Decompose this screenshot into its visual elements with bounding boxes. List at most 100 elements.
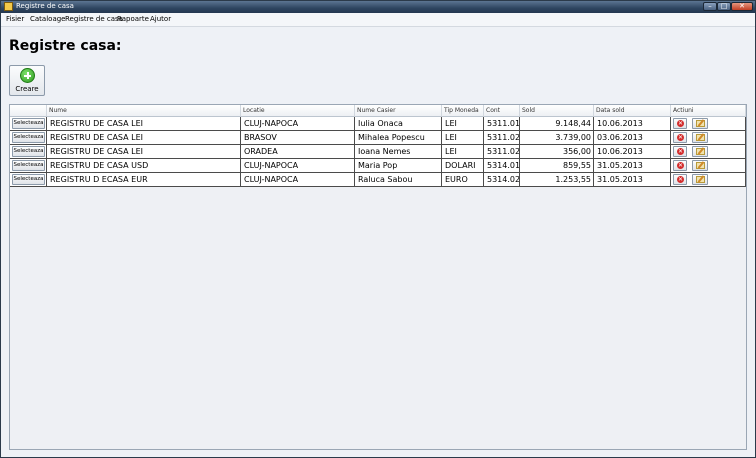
select-cell: Selecteaza bbox=[10, 159, 47, 173]
edit-button[interactable] bbox=[692, 132, 708, 143]
menu-ajutor[interactable]: Ajutor bbox=[150, 13, 171, 26]
cell-casier: Iulia Onaca bbox=[355, 117, 442, 131]
select-cell: Selecteaza bbox=[10, 173, 47, 187]
maximize-button[interactable]: □ bbox=[717, 2, 731, 11]
create-button[interactable]: Creare bbox=[9, 65, 45, 96]
actions-cell: ✕ bbox=[671, 145, 746, 159]
cell-data-sold: 31.05.2013 bbox=[594, 159, 671, 173]
cell-data-sold: 10.06.2013 bbox=[594, 145, 671, 159]
table-row: Selecteaza REGISTRU DE CASA LEI CLUJ-NAP… bbox=[10, 117, 746, 131]
table-row: Selecteaza REGISTRU DE CASA LEI BRASOV M… bbox=[10, 131, 746, 145]
cell-cont: 5311.01 bbox=[484, 117, 520, 131]
column-header-tip-moneda[interactable]: Tip Moneda bbox=[442, 105, 484, 117]
edit-button[interactable] bbox=[692, 174, 708, 185]
delete-icon: ✕ bbox=[677, 176, 684, 183]
cell-casier: Maria Pop bbox=[355, 159, 442, 173]
actions-cell: ✕ bbox=[671, 159, 746, 173]
cell-cont: 5311.02 bbox=[484, 145, 520, 159]
column-header-locatie[interactable]: Locatie bbox=[241, 105, 355, 117]
delete-icon: ✕ bbox=[677, 162, 684, 169]
menu-cataloage[interactable]: Cataloage bbox=[30, 13, 65, 26]
table-row: Selecteaza REGISTRU DE CASA USD CLUJ-NAP… bbox=[10, 159, 746, 173]
menu-rapoarte[interactable]: Rapoarte bbox=[117, 13, 149, 26]
delete-button[interactable]: ✕ bbox=[673, 174, 687, 185]
cell-sold: 859,55 bbox=[520, 159, 594, 173]
cell-moneda: DOLARI bbox=[442, 159, 484, 173]
column-header-actiuni: Actiuni bbox=[671, 105, 746, 117]
select-button[interactable]: Selecteaza bbox=[12, 146, 45, 157]
app-icon bbox=[4, 2, 13, 11]
window-title: Registre de casa bbox=[16, 2, 74, 10]
edit-icon bbox=[696, 148, 705, 155]
delete-icon: ✕ bbox=[677, 134, 684, 141]
actions-cell: ✕ bbox=[671, 131, 746, 145]
cell-data-sold: 31.05.2013 bbox=[594, 173, 671, 187]
cell-cont: 5314.02 bbox=[484, 173, 520, 187]
select-button[interactable]: Selecteaza bbox=[12, 132, 45, 143]
cell-nume: REGISTRU DE CASA LEI bbox=[47, 131, 241, 145]
column-header-cont[interactable]: Cont bbox=[484, 105, 520, 117]
column-header-select bbox=[10, 105, 47, 117]
select-cell: Selecteaza bbox=[10, 117, 47, 131]
actions-cell: ✕ bbox=[671, 173, 746, 187]
actions-cell: ✕ bbox=[671, 117, 746, 131]
menu-fisier[interactable]: Fisier bbox=[6, 13, 24, 26]
plus-circle-icon bbox=[20, 68, 35, 83]
delete-button[interactable]: ✕ bbox=[673, 146, 687, 157]
delete-button[interactable]: ✕ bbox=[673, 132, 687, 143]
edit-button[interactable] bbox=[692, 118, 708, 129]
cell-moneda: LEI bbox=[442, 145, 484, 159]
edit-icon bbox=[696, 162, 705, 169]
cell-locatie: CLUJ-NAPOCA bbox=[241, 159, 355, 173]
table-row: Selecteaza REGISTRU D ECASA EUR CLUJ-NAP… bbox=[10, 173, 746, 187]
delete-icon: ✕ bbox=[677, 120, 684, 127]
edit-icon bbox=[696, 120, 705, 127]
cell-sold: 356,00 bbox=[520, 145, 594, 159]
cell-cont: 5311.02 bbox=[484, 131, 520, 145]
cell-sold: 3.739,00 bbox=[520, 131, 594, 145]
cell-data-sold: 10.06.2013 bbox=[594, 117, 671, 131]
cell-sold: 9.148,44 bbox=[520, 117, 594, 131]
minimize-button[interactable]: – bbox=[703, 2, 717, 11]
cell-nume: REGISTRU D ECASA EUR bbox=[47, 173, 241, 187]
cell-nume: REGISTRU DE CASA LEI bbox=[47, 117, 241, 131]
cell-casier: Ioana Nemes bbox=[355, 145, 442, 159]
table-row: Selecteaza REGISTRU DE CASA LEI ORADEA I… bbox=[10, 145, 746, 159]
cell-locatie: BRASOV bbox=[241, 131, 355, 145]
cell-locatie: CLUJ-NAPOCA bbox=[241, 173, 355, 187]
column-header-nume-casier[interactable]: Nume Casier bbox=[355, 105, 442, 117]
cell-data-sold: 03.06.2013 bbox=[594, 131, 671, 145]
delete-button[interactable]: ✕ bbox=[673, 118, 687, 129]
cell-cont: 5314.01 bbox=[484, 159, 520, 173]
delete-button[interactable]: ✕ bbox=[673, 160, 687, 171]
cell-moneda: EURO bbox=[442, 173, 484, 187]
menu-bar: Fisier Cataloage Registre de casa Rapoar… bbox=[1, 13, 755, 27]
select-button[interactable]: Selecteaza bbox=[12, 174, 45, 185]
column-header-sold[interactable]: Sold bbox=[520, 105, 594, 117]
edit-icon bbox=[696, 134, 705, 141]
registers-table: Nume Locatie Nume Casier Tip Moneda Cont… bbox=[9, 104, 747, 450]
cell-locatie: ORADEA bbox=[241, 145, 355, 159]
page-title: Registre casa: bbox=[9, 38, 122, 54]
cell-moneda: LEI bbox=[442, 117, 484, 131]
cell-nume: REGISTRU DE CASA USD bbox=[47, 159, 241, 173]
select-cell: Selecteaza bbox=[10, 145, 47, 159]
column-header-nume[interactable]: Nume bbox=[47, 105, 241, 117]
create-button-label: Creare bbox=[15, 85, 39, 93]
delete-icon: ✕ bbox=[677, 148, 684, 155]
menu-registre-de-casa[interactable]: Registre de casa bbox=[65, 13, 123, 26]
cell-nume: REGISTRU DE CASA LEI bbox=[47, 145, 241, 159]
cell-sold: 1.253,55 bbox=[520, 173, 594, 187]
cell-moneda: LEI bbox=[442, 131, 484, 145]
edit-icon bbox=[696, 176, 705, 183]
edit-button[interactable] bbox=[692, 160, 708, 171]
title-bar[interactable]: Registre de casa – □ ✕ bbox=[1, 1, 755, 13]
select-cell: Selecteaza bbox=[10, 131, 47, 145]
app-window: Registre de casa – □ ✕ Fisier Cataloage … bbox=[0, 0, 756, 458]
select-button[interactable]: Selecteaza bbox=[12, 160, 45, 171]
edit-button[interactable] bbox=[692, 146, 708, 157]
cell-locatie: CLUJ-NAPOCA bbox=[241, 117, 355, 131]
select-button[interactable]: Selecteaza bbox=[12, 118, 45, 129]
column-header-data-sold[interactable]: Data sold bbox=[594, 105, 671, 117]
close-button[interactable]: ✕ bbox=[731, 2, 753, 11]
